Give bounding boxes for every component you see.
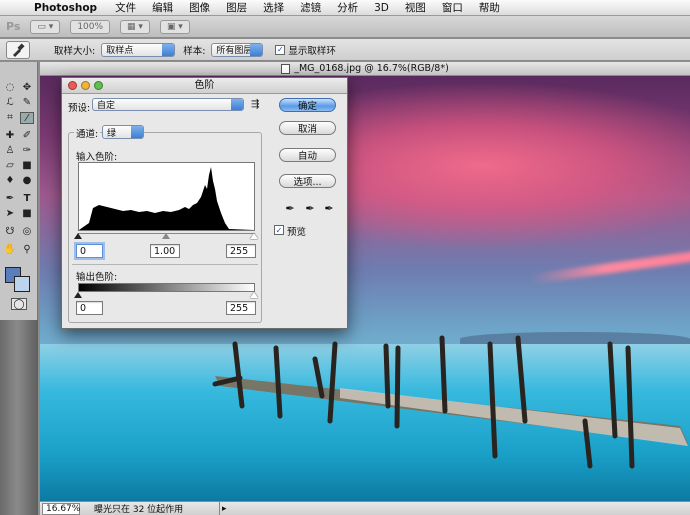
status-bar: 16.67% 曝光只在 32 位起作用 ▸: [40, 501, 690, 515]
background-color-swatch[interactable]: [14, 276, 30, 292]
group-separator: [72, 264, 258, 265]
input-white-field[interactable]: 255: [226, 244, 256, 258]
menu-help[interactable]: 帮助: [479, 0, 500, 15]
lasso-tool-icon[interactable]: ℒ: [3, 97, 17, 109]
menu-bar: Photoshop 文件 编辑 图像 图层 选择 滤镜 分析 3D 视图 窗口 …: [0, 0, 690, 16]
blur-tool-icon[interactable]: ♦: [3, 175, 17, 187]
application-bar: Ps ▭ ▾ 100% ▦ ▾ ▣ ▾: [0, 16, 690, 38]
levels-titlebar[interactable]: 色阶: [62, 78, 347, 94]
file-icon: [281, 63, 291, 74]
history-brush-tool-icon[interactable]: ✑: [20, 145, 34, 157]
document-tab[interactable]: _MG_0168.jpg @ 16.7%(RGB/8*): [40, 62, 690, 76]
tools-panel-body: ◌ ✥ ℒ ✎ ⌗ ⁄ ✚ ✐ ♙ ✑ ▱ ■ ♦ ● ✒ T ➤ ■ ☋ ◎ …: [0, 62, 38, 320]
menu-analysis[interactable]: 分析: [337, 0, 358, 15]
arrange-documents-button[interactable]: ▦ ▾: [120, 19, 150, 34]
zoom-tool-icon[interactable]: ⚲: [20, 244, 34, 256]
levels-title: 色阶: [194, 80, 215, 91]
preset-label: 预设:: [68, 103, 91, 114]
input-black-field[interactable]: 0: [76, 244, 103, 258]
options-bar: 取样大小: 取样点 样本: 所有图层 ✓ 显示取样环: [0, 39, 690, 61]
status-info: 曝光只在 32 位起作用: [90, 502, 220, 515]
menu-select[interactable]: 选择: [263, 0, 284, 15]
output-levels-label: 输出色阶:: [76, 272, 118, 283]
screen-mode-button[interactable]: ▣ ▾: [159, 19, 190, 34]
crop-tool-icon[interactable]: ⌗: [3, 112, 17, 124]
white-point-eyedropper-icon[interactable]: ✒: [323, 203, 335, 215]
quick-mask-icon[interactable]: ◯: [11, 298, 27, 310]
minimize-window-icon[interactable]: [81, 81, 90, 90]
input-white-slider[interactable]: [250, 233, 258, 239]
menu-filter[interactable]: 滤镜: [300, 0, 321, 15]
close-window-icon[interactable]: [68, 81, 77, 90]
zoom-window-icon[interactable]: [94, 81, 103, 90]
eyedropper-tool-preset[interactable]: [6, 40, 30, 59]
ps-logo: Ps: [6, 20, 21, 33]
app-menu[interactable]: Photoshop: [34, 2, 97, 14]
quick-select-tool-icon[interactable]: ✎: [20, 97, 34, 109]
preview-label: 预览: [287, 227, 307, 238]
menu-view[interactable]: 视图: [405, 0, 426, 15]
ok-button[interactable]: 确定: [279, 98, 336, 112]
histogram: [78, 162, 255, 231]
eraser-tool-icon[interactable]: ▱: [3, 160, 17, 172]
output-white-field[interactable]: 255: [226, 301, 256, 315]
shape-tool-icon[interactable]: ■: [20, 208, 34, 220]
launch-bridge-button[interactable]: ▭ ▾: [30, 19, 61, 34]
menu-layer[interactable]: 图层: [226, 0, 247, 15]
output-white-slider[interactable]: [250, 292, 258, 298]
3d-orbit-tool-icon[interactable]: ◎: [20, 226, 34, 238]
brush-tool-icon[interactable]: ✐: [20, 130, 34, 142]
input-gamma-field[interactable]: 1.00: [150, 244, 180, 258]
marquee-tool-icon[interactable]: ◌: [3, 82, 17, 94]
input-black-slider[interactable]: [74, 233, 82, 239]
3d-rotate-tool-icon[interactable]: ☋: [3, 226, 17, 238]
channel-label: 通道:: [74, 126, 101, 140]
zoom-field[interactable]: 16.67%: [42, 502, 80, 515]
gray-point-eyedropper-icon[interactable]: ✒: [304, 203, 316, 215]
eyedropper-tool-icon[interactable]: ⁄: [20, 112, 34, 124]
sample-size-select[interactable]: 取样点: [101, 42, 176, 57]
sample-label: 样本:: [183, 45, 206, 57]
document-title: _MG_0168.jpg @ 16.7%(RGB/8*): [294, 63, 449, 74]
type-tool-icon[interactable]: T: [20, 193, 34, 205]
histogram-graph: [79, 167, 254, 230]
channel-select[interactable]: 绿: [102, 125, 144, 139]
eyedropper-icon: [13, 42, 25, 57]
black-point-eyedropper-icon[interactable]: ✒: [284, 203, 296, 215]
path-select-tool-icon[interactable]: ➤: [3, 208, 17, 220]
pen-tool-icon[interactable]: ✒: [3, 193, 17, 205]
cancel-button[interactable]: 取消: [279, 121, 336, 135]
move-tool-icon[interactable]: ✥: [20, 82, 34, 94]
window-controls: [68, 81, 103, 90]
zoom-level-dropdown[interactable]: 100%: [70, 19, 111, 34]
show-sampling-ring-label: 显示取样环: [288, 45, 336, 57]
tools-panel: ◌ ✥ ℒ ✎ ⌗ ⁄ ✚ ✐ ♙ ✑ ▱ ■ ♦ ● ✒ T ➤ ■ ☋ ◎ …: [0, 62, 38, 515]
menu-image[interactable]: 图像: [189, 0, 210, 15]
preset-select[interactable]: 自定: [92, 98, 244, 111]
status-menu-arrow-icon[interactable]: ▸: [222, 504, 227, 514]
dodge-tool-icon[interactable]: ●: [20, 175, 34, 187]
sample-size-label: 取样大小:: [54, 45, 96, 57]
output-black-field[interactable]: 0: [76, 301, 103, 315]
menu-window[interactable]: 窗口: [442, 0, 463, 15]
hand-tool-icon[interactable]: ✋: [3, 244, 17, 256]
sample-select[interactable]: 所有图层: [211, 42, 264, 57]
healing-brush-tool-icon[interactable]: ✚: [3, 130, 17, 142]
menu-edit[interactable]: 编辑: [152, 0, 173, 15]
clone-stamp-tool-icon[interactable]: ♙: [3, 145, 17, 157]
auto-button[interactable]: 自动: [279, 148, 336, 162]
input-gamma-slider[interactable]: [162, 233, 170, 239]
preset-options-icon[interactable]: ⇶: [251, 99, 259, 110]
output-black-slider[interactable]: [74, 292, 82, 298]
levels-dialog: 色阶 预设: 自定 ⇶ 确定 取消 自动 选项... ✒ ✒ ✒ ✓ 预览 通道…: [61, 77, 348, 329]
menu-file[interactable]: 文件: [115, 0, 136, 15]
menu-3d[interactable]: 3D: [374, 2, 389, 14]
preview-checkbox[interactable]: ✓: [274, 225, 284, 235]
show-sampling-ring-checkbox[interactable]: ✓: [275, 44, 286, 55]
gradient-tool-icon[interactable]: ■: [20, 160, 34, 172]
output-gradient-bar: [78, 283, 255, 292]
options-button[interactable]: 选项...: [279, 174, 336, 188]
input-levels-label: 输入色阶:: [76, 152, 118, 163]
